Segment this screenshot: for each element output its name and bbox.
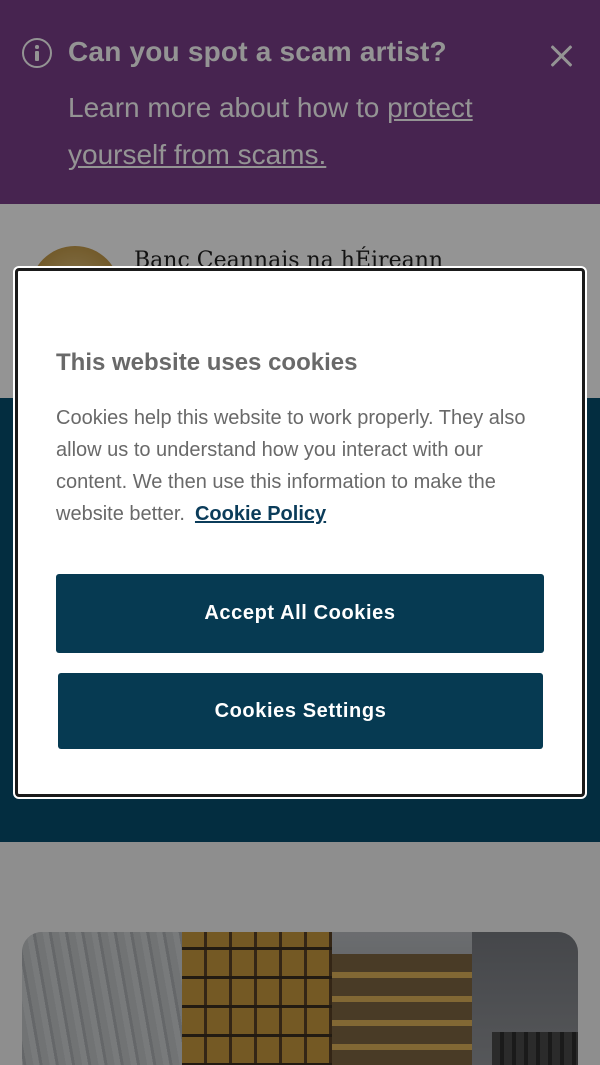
page: Can you spot a scam artist? Learn more a… — [0, 0, 600, 1065]
cookies-settings-button[interactable]: Cookies Settings — [58, 673, 543, 749]
cookie-dialog-text: Cookies help this website to work proper… — [56, 402, 546, 530]
cookie-policy-link[interactable]: Cookie Policy — [195, 503, 326, 525]
cookie-consent-dialog: This website uses cookies Cookies help t… — [15, 268, 585, 797]
accept-all-cookies-button[interactable]: Accept All Cookies — [56, 574, 544, 653]
cookie-dialog-title: This website uses cookies — [56, 349, 358, 376]
